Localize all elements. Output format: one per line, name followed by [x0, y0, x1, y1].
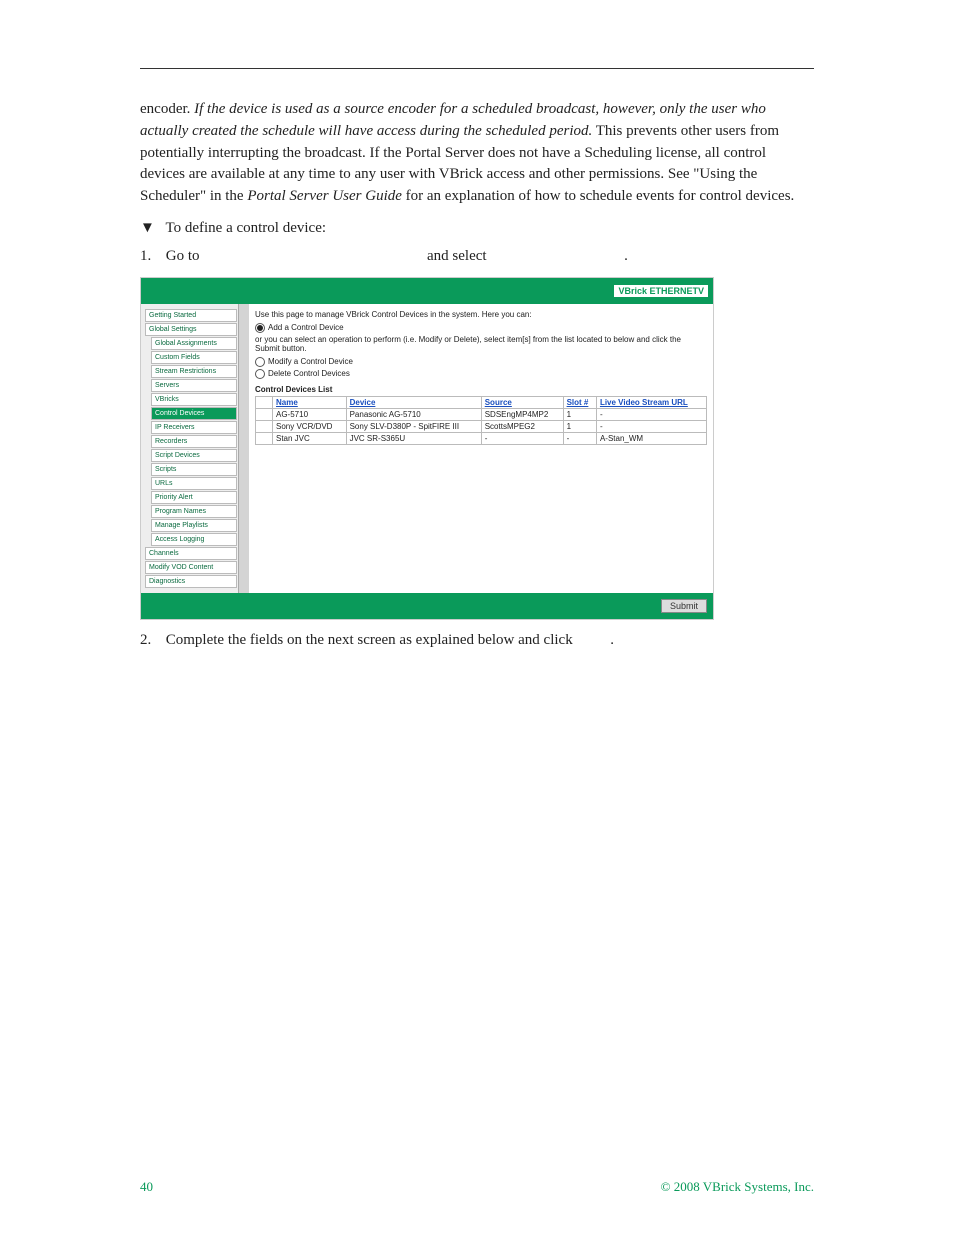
- shot-or-text: or you can select an operation to perfor…: [255, 335, 707, 353]
- step-1-number: 1.: [140, 246, 162, 268]
- radio-modify[interactable]: Modify a Control Device: [255, 357, 707, 367]
- shot-nav: Getting Started Global Settings Global A…: [141, 304, 249, 593]
- th-device[interactable]: Device: [346, 397, 481, 409]
- table-header-row: Name Device Source Slot # Live Video Str…: [256, 397, 707, 409]
- cell-source: SDSEngMP4MP2: [481, 409, 563, 421]
- nav-program-names[interactable]: Program Names: [151, 505, 237, 518]
- cell-name: AG-5710: [273, 409, 347, 421]
- nav-urls[interactable]: URLs: [151, 477, 237, 490]
- nav-global-settings[interactable]: Global Settings: [145, 323, 237, 336]
- screenshot-panel: VBrick ETHERNETV Getting Started Global …: [140, 277, 714, 620]
- vbrick-logo: VBrick ETHERNETV: [613, 284, 709, 298]
- step-1-b: and select: [427, 248, 487, 264]
- step-2: 2. Complete the fields on the next scree…: [140, 630, 814, 652]
- cell-url: -: [596, 421, 706, 433]
- submit-button[interactable]: Submit: [661, 599, 707, 613]
- th-slot[interactable]: Slot #: [563, 397, 596, 409]
- nav-stream-restrictions[interactable]: Stream Restrictions: [151, 365, 237, 378]
- cell-device: Panasonic AG-5710: [346, 409, 481, 421]
- th-url[interactable]: Live Video Stream URL: [596, 397, 706, 409]
- radio-add-label: Add a Control Device: [268, 323, 344, 332]
- shot-content: Use this page to manage VBrick Control D…: [249, 304, 713, 593]
- page-footer: 40 © 2008 VBrick Systems, Inc.: [140, 1179, 814, 1195]
- radio-icon: [255, 323, 265, 333]
- intro-paragraph: encoder. If the device is used as a sour…: [140, 99, 814, 208]
- radio-icon: [255, 369, 265, 379]
- triangle-icon: ▼: [140, 218, 162, 240]
- intro-prefix: encoder.: [140, 101, 194, 117]
- shot-intro: Use this page to manage VBrick Control D…: [255, 310, 707, 319]
- radio-add[interactable]: Add a Control Device: [255, 323, 707, 333]
- nav-recorders[interactable]: Recorders: [151, 435, 237, 448]
- cell-url: -: [596, 409, 706, 421]
- cell-source: ScottsMPEG2: [481, 421, 563, 433]
- cell-name: Sony VCR/DVD: [273, 421, 347, 433]
- intro-tail: for an explanation of how to schedule ev…: [402, 188, 794, 204]
- nav-control-devices[interactable]: Control Devices: [151, 407, 237, 420]
- nav-access-logging[interactable]: Access Logging: [151, 533, 237, 546]
- nav-vbricks[interactable]: VBricks: [151, 393, 237, 406]
- table-row[interactable]: Sony VCR/DVD Sony SLV-D380P - SpitFIRE I…: [256, 421, 707, 433]
- table-row[interactable]: AG-5710 Panasonic AG-5710 SDSEngMP4MP2 1…: [256, 409, 707, 421]
- nav-custom-fields[interactable]: Custom Fields: [151, 351, 237, 364]
- nav-global-assignments[interactable]: Global Assignments: [151, 337, 237, 350]
- step-1-c: .: [624, 248, 628, 264]
- step-define-text: To define a control device:: [165, 220, 326, 236]
- step-2-number: 2.: [140, 630, 162, 652]
- nav-diagnostics[interactable]: Diagnostics: [145, 575, 237, 588]
- nav-priority-alert[interactable]: Priority Alert: [151, 491, 237, 504]
- shot-botbar: Submit: [141, 593, 713, 619]
- th-name[interactable]: Name: [273, 397, 347, 409]
- step-2-text: Complete the fields on the next screen a…: [166, 632, 573, 648]
- cell-slot: 1: [563, 409, 596, 421]
- cell-url: A-Stan_WM: [596, 433, 706, 445]
- cell-source: -: [481, 433, 563, 445]
- table-row[interactable]: Stan JVC JVC SR-S365U - - A-Stan_WM: [256, 433, 707, 445]
- radio-modify-label: Modify a Control Device: [268, 357, 353, 366]
- th-source[interactable]: Source: [481, 397, 563, 409]
- radio-delete-label: Delete Control Devices: [268, 369, 350, 378]
- step-define: ▼ To define a control device:: [140, 218, 814, 240]
- cell-name: Stan JVC: [273, 433, 347, 445]
- cell-slot: -: [563, 433, 596, 445]
- radio-delete[interactable]: Delete Control Devices: [255, 369, 707, 379]
- devices-table: Name Device Source Slot # Live Video Str…: [255, 396, 707, 445]
- cell-device: JVC SR-S365U: [346, 433, 481, 445]
- nav-scripts[interactable]: Scripts: [151, 463, 237, 476]
- shot-topbar: VBrick ETHERNETV: [141, 278, 713, 304]
- nav-servers[interactable]: Servers: [151, 379, 237, 392]
- nav-ip-receivers[interactable]: IP Receivers: [151, 421, 237, 434]
- copyright: © 2008 VBrick Systems, Inc.: [661, 1179, 814, 1195]
- intro-guide: Portal Server User Guide: [247, 188, 402, 204]
- nav-script-devices[interactable]: Script Devices: [151, 449, 237, 462]
- step-1: 1. Go to and select .: [140, 246, 814, 268]
- nav-manage-playlists[interactable]: Manage Playlists: [151, 519, 237, 532]
- step-2-tail: .: [610, 632, 614, 648]
- radio-icon: [255, 357, 265, 367]
- nav-channels[interactable]: Channels: [145, 547, 237, 560]
- cell-slot: 1: [563, 421, 596, 433]
- nav-modify-vod[interactable]: Modify VOD Content: [145, 561, 237, 574]
- top-rule: [140, 68, 814, 69]
- step-1-a: Go to: [166, 248, 200, 264]
- nav-getting-started[interactable]: Getting Started: [145, 309, 237, 322]
- cell-device: Sony SLV-D380P - SpitFIRE III: [346, 421, 481, 433]
- page-number: 40: [140, 1179, 153, 1195]
- list-title: Control Devices List: [255, 385, 707, 394]
